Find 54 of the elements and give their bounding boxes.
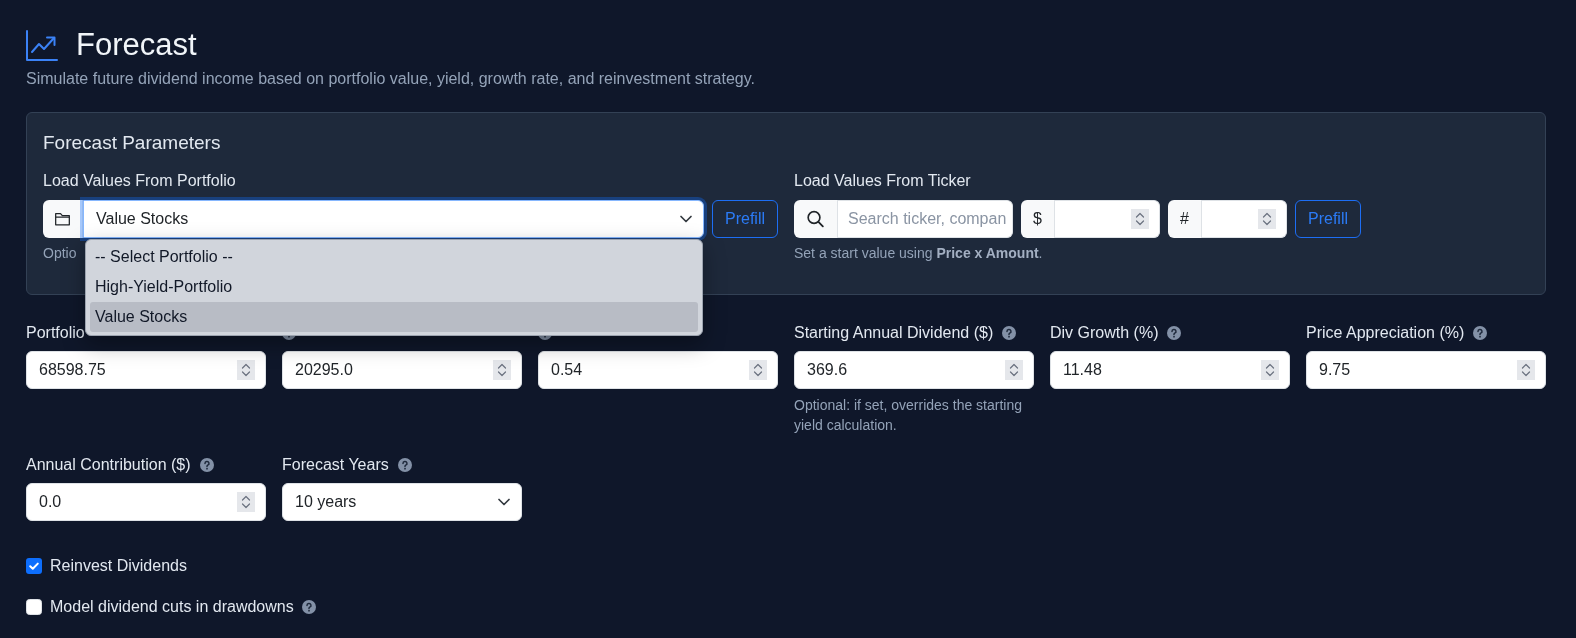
page-title: Forecast [76,27,197,63]
quantity-prefix: # [1168,200,1202,238]
field-label: Load Values From Portfolio [43,171,236,191]
field-label: Div Growth (%) [1050,323,1159,343]
field-label: Load Values From Ticker [794,171,971,191]
spinner-icon[interactable] [1258,209,1276,229]
help-icon[interactable] [199,458,214,472]
help-icon[interactable] [1473,326,1488,340]
prefill-button[interactable]: Prefill [1295,200,1361,238]
years-select[interactable]: 10 years [282,483,522,521]
panel-title: Forecast Parameters [43,131,221,155]
help-icon[interactable] [1002,326,1017,340]
spinner-icon[interactable] [1517,360,1535,380]
folder-icon [43,200,83,238]
price-input[interactable] [1055,200,1160,238]
spinner-icon[interactable] [1005,360,1023,380]
help-icon[interactable] [1167,326,1182,340]
number-input[interactable]: 11.48 [1050,351,1290,389]
field-hint: Optional: if set, overrides the starting yield calculation. [794,396,1023,435]
portfolio-select[interactable]: Value Stocks [83,200,704,238]
checkbox[interactable] [26,599,42,615]
field-label: Starting Annual Dividend ($) [794,323,994,343]
field-label: Portfolio [26,323,85,343]
search-icon [794,200,838,238]
number-input[interactable]: 9.75 [1306,351,1546,389]
number-input[interactable]: 20295.0 [282,351,522,389]
currency-prefix: $ [1021,200,1055,238]
spinner-icon[interactable] [493,360,511,380]
dropdown-option[interactable]: High-Yield-Portfolio [90,272,698,302]
trend-chart-icon [26,29,58,61]
field-hint: Set a start value using Price x Amount. [794,244,1043,263]
prefill-button[interactable]: Prefill [712,200,778,238]
spinner-icon[interactable] [237,360,255,380]
number-input[interactable]: 0.54 [538,351,778,389]
number-input[interactable]: 68598.75 [26,351,266,389]
field-label: Price Appreciation (%) [1306,323,1465,343]
help-icon[interactable] [301,600,316,614]
amount-input[interactable] [1202,200,1287,238]
page-subtitle: Simulate future dividend income based on portfolio value, yield, growth rate, and reinvestment strategy. [26,69,755,89]
number-input[interactable]: 0.0 [26,483,266,521]
spinner-icon[interactable] [1131,209,1149,229]
checkbox-label: Model dividend cuts in drawdowns [50,597,294,617]
field-hint: Optio [43,244,77,263]
dropdown-option[interactable]: -- Select Portfolio -- [90,242,698,272]
spinner-icon[interactable] [1261,360,1279,380]
number-input[interactable]: 369.6 [794,351,1034,389]
field-label: Forecast Years [282,455,389,475]
dropdown-option[interactable]: Value Stocks [90,302,698,332]
checkbox-label: Reinvest Dividends [50,556,187,576]
checkbox[interactable] [26,558,42,574]
help-icon[interactable] [397,458,412,472]
field-label: Annual Contribution ($) [26,455,191,475]
spinner-icon[interactable] [237,492,255,512]
spinner-icon[interactable] [749,360,767,380]
